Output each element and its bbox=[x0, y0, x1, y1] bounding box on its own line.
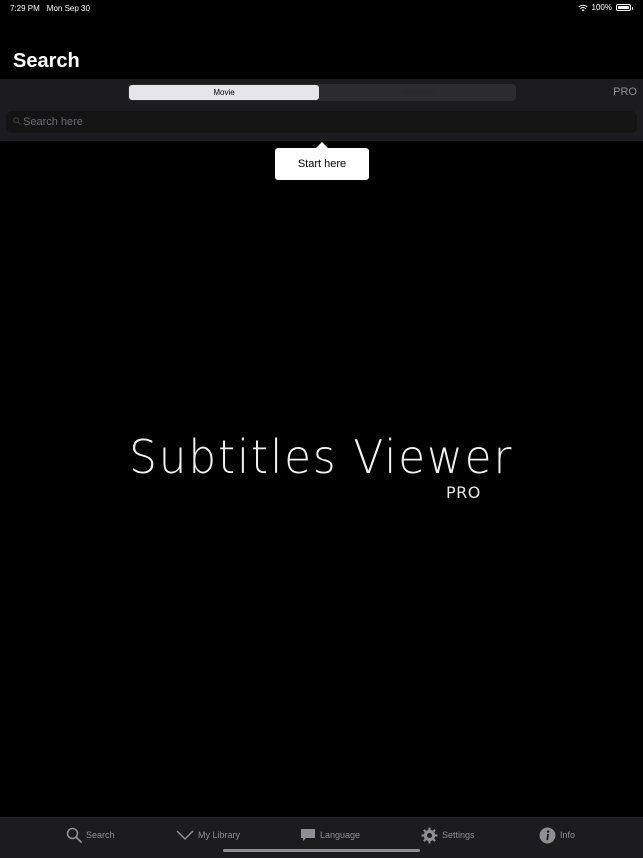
info-icon bbox=[539, 827, 556, 843]
gear-icon bbox=[421, 827, 438, 843]
tab-language-label: Language bbox=[320, 830, 361, 840]
search-icon bbox=[66, 827, 82, 843]
status-left: 7:29 PM Mon Sep 30 bbox=[10, 4, 90, 13]
app-screen: 7:29 PM Mon Sep 30 100% Search Movie Tel… bbox=[0, 0, 643, 858]
chevron-down-icon bbox=[176, 830, 194, 841]
search-field[interactable] bbox=[6, 111, 637, 133]
tab-my-library-label: My Library bbox=[198, 830, 241, 840]
status-date: Mon Sep 30 bbox=[46, 4, 90, 13]
home-indicator[interactable] bbox=[223, 849, 420, 852]
app-logo: Subtitles Viewer PRO bbox=[0, 430, 643, 502]
page-title: Search bbox=[13, 50, 80, 72]
battery-percent: 100% bbox=[591, 3, 612, 12]
tab-info[interactable]: Info bbox=[539, 826, 575, 844]
status-bar: 7:29 PM Mon Sep 30 100% bbox=[0, 0, 643, 16]
tab-language[interactable]: Language bbox=[300, 826, 360, 844]
search-icon bbox=[13, 117, 21, 125]
segment-television[interactable]: Television bbox=[322, 85, 514, 100]
status-right: 100% bbox=[577, 3, 633, 12]
tab-search-label: Search bbox=[86, 830, 115, 840]
logo-title: Subtitles Viewer bbox=[129, 430, 514, 484]
tab-info-label: Info bbox=[560, 830, 576, 840]
status-time: 7:29 PM bbox=[10, 4, 40, 13]
battery-icon bbox=[616, 4, 633, 11]
start-here-tooltip: Start here bbox=[275, 142, 369, 180]
tab-my-library[interactable]: My Library bbox=[176, 826, 240, 844]
search-input[interactable] bbox=[23, 111, 623, 133]
pro-button[interactable]: PRO bbox=[613, 86, 637, 98]
media-type-segmented-control: Movie Television bbox=[128, 84, 516, 101]
segment-movie[interactable]: Movie bbox=[129, 85, 319, 100]
tab-search[interactable]: Search bbox=[66, 826, 115, 844]
logo-pro-label: PRO bbox=[446, 483, 481, 502]
tab-settings[interactable]: Settings bbox=[421, 826, 475, 844]
wifi-icon bbox=[577, 4, 588, 11]
tab-settings-label: Settings bbox=[442, 830, 475, 840]
speech-bubble-icon bbox=[301, 829, 315, 841]
